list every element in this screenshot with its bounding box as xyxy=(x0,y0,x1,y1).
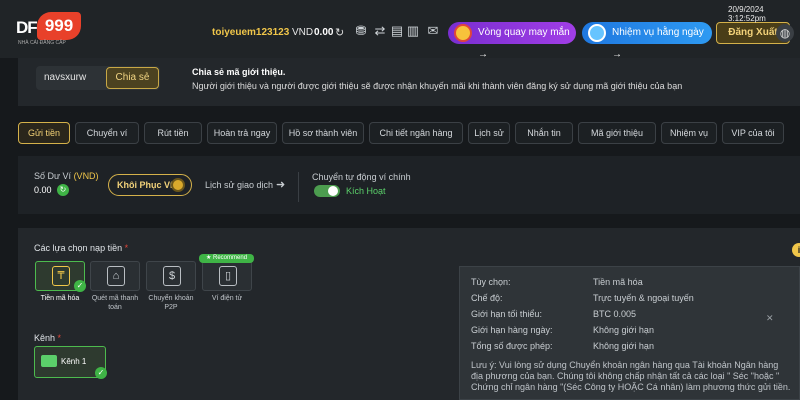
tab-vip[interactable]: VIP của tôi xyxy=(722,122,784,144)
toggle-knob xyxy=(328,186,338,196)
auto-transfer-label: Chuyển tự động ví chính xyxy=(312,172,411,182)
lucky-wheel-label: Vòng quay may mắn xyxy=(478,27,570,38)
tab-referral[interactable]: Mã giới thiệu xyxy=(578,122,656,144)
tab-bank-details[interactable]: Chi tiết ngân hàng xyxy=(369,122,463,144)
tab-messages[interactable]: Nhắn tin xyxy=(515,122,573,144)
method-qr[interactable]: ⌂ xyxy=(90,261,140,291)
datetime: 20/9/2024 3:12:52pm xyxy=(728,5,766,23)
lucky-wheel-button[interactable]: Vòng quay may mắn → xyxy=(448,22,576,60)
bank-icon: ⌂ xyxy=(107,266,125,286)
wallet-refresh-icon[interactable]: ↻ xyxy=(57,184,69,196)
transfer-icon[interactable]: ⇄ xyxy=(373,23,387,39)
wallet-balance: 0.00 xyxy=(34,185,52,195)
channel-icon xyxy=(41,355,57,367)
language-icon[interactable]: ◍ xyxy=(776,24,794,42)
wallet-icon[interactable]: ⛃ xyxy=(354,23,368,39)
logo-subtitle: NHÀ CÁI ĐẲNG CẤP xyxy=(18,40,66,46)
tab-rebate[interactable]: Hoàn trả ngay xyxy=(207,122,277,144)
crypto-icon: ₸ xyxy=(52,266,70,286)
channel-1[interactable]: Kênh 1 ✓ xyxy=(34,346,107,379)
detail-key: Tùy chọn: xyxy=(471,277,511,287)
info-icon[interactable]: i xyxy=(792,243,800,257)
detail-key: Giới hạn hàng ngày: xyxy=(471,325,553,335)
coin-icon xyxy=(171,178,185,192)
wheel-icon xyxy=(454,24,472,42)
mission-icon xyxy=(588,24,606,42)
method-crypto-label: Tiền mã hóa xyxy=(40,295,80,302)
share-button[interactable]: Chia sẻ xyxy=(106,67,159,89)
daily-mission-button[interactable]: Nhiệm vụ hằng ngày → xyxy=(582,22,712,60)
mail-icon[interactable]: ✉ xyxy=(426,23,440,39)
channel-label: Kênh 1 xyxy=(61,357,87,366)
daily-mission-label: Nhiệm vụ hằng ngày xyxy=(612,27,704,38)
tab-withdraw[interactable]: Rút tiền xyxy=(144,122,202,144)
tab-transfer[interactable]: Chuyển ví xyxy=(75,122,139,144)
method-p2p[interactable]: $ xyxy=(146,261,196,291)
logo-999: 999 xyxy=(37,12,81,40)
header-currency: VND xyxy=(292,27,314,38)
close-icon[interactable]: ✕ xyxy=(766,313,774,324)
check-icon: ✓ xyxy=(95,367,107,379)
referral-title: Chia sẻ mã giới thiệu. xyxy=(192,67,286,77)
toggle-state: Kích Hoạt xyxy=(346,186,386,196)
logo-df: DF xyxy=(16,18,38,37)
arrow-right-icon[interactable]: ➜ xyxy=(276,178,285,191)
referral-description: Người giới thiệu và người được giới thiệ… xyxy=(192,81,683,91)
method-qr-label: Quét mã thanh toán xyxy=(91,295,139,311)
recommend-badge: ★ Recommend xyxy=(199,254,254,263)
username: toiyeuem123123 xyxy=(212,27,290,38)
tab-deposit[interactable]: Gửi tiền xyxy=(18,122,70,144)
refresh-icon[interactable]: ↻ xyxy=(335,26,344,39)
detail-value: BTC 0.005 xyxy=(593,309,637,319)
detail-key: Tổng số được phép: xyxy=(471,341,553,351)
auto-transfer-toggle[interactable] xyxy=(314,185,340,197)
check-icon: ✓ xyxy=(74,280,86,292)
detail-value: Không giới hạn xyxy=(593,341,654,351)
detail-value: Không giới hạn xyxy=(593,325,654,335)
channel-title: Kênh * xyxy=(34,333,62,343)
detail-value: Tiền mã hóa xyxy=(593,277,643,287)
referral-code: navsxurw xyxy=(44,72,87,83)
restore-wallet-button[interactable]: Khôi Phục Ví xyxy=(108,174,192,196)
logo[interactable]: DF 999 NHÀ CÁI ĐẲNG CẤP xyxy=(14,10,82,46)
method-crypto[interactable]: ₸ ✓ xyxy=(35,261,86,292)
deposit-icon[interactable]: ▤ xyxy=(390,23,404,39)
detail-key: Chế độ: xyxy=(471,293,503,303)
tab-history[interactable]: Lịch sử xyxy=(468,122,510,144)
header-balance: 0.00 xyxy=(314,27,334,38)
method-ewallet[interactable]: ▯ xyxy=(202,261,252,291)
restore-wallet-label: Khôi Phục Ví xyxy=(117,180,173,190)
transaction-history-link[interactable]: Lịch sử giao dịch xyxy=(205,180,273,190)
detail-key: Giới hạn tối thiểu: xyxy=(471,309,542,319)
tab-profile[interactable]: Hồ sơ thành viên xyxy=(282,122,364,144)
withdraw-icon[interactable]: ▥ xyxy=(406,23,420,39)
deposit-options-title: Các lựa chọn nạp tiền * xyxy=(34,243,129,253)
ewallet-icon: ▯ xyxy=(219,266,237,286)
method-p2p-label: Chuyển khoản P2P xyxy=(148,295,194,311)
method-ewallet-label: Ví điện tử xyxy=(211,295,243,302)
deposit-note: Lưu ý: Vui lòng sử dụng Chuyển khoản ngâ… xyxy=(471,360,791,392)
wallet-label: Số Dư Ví (VND) xyxy=(34,171,99,181)
divider xyxy=(298,172,299,202)
p2p-icon: $ xyxy=(163,266,181,286)
tab-missions[interactable]: Nhiệm vụ xyxy=(661,122,717,144)
detail-value: Trực tuyến & ngoại tuyến xyxy=(593,293,694,303)
